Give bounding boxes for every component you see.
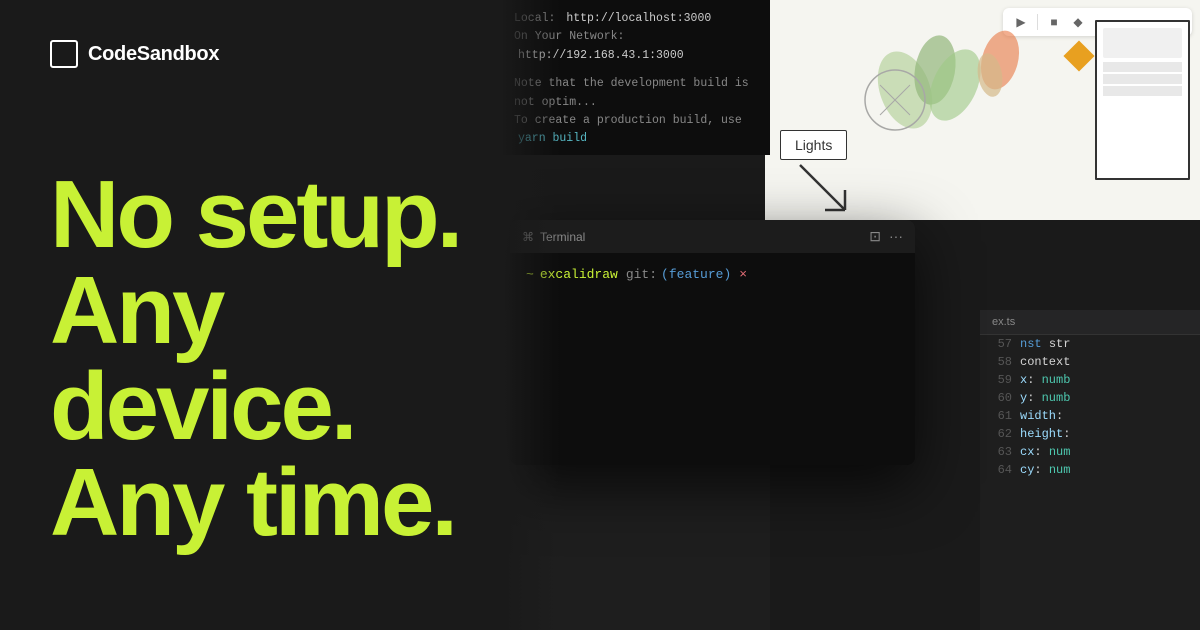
code-line-59: 59 x: numb	[980, 371, 1200, 389]
diamond-decoration	[1063, 40, 1094, 71]
local-url: http://localhost:3000	[566, 12, 711, 25]
code-line-61: 61 width:	[980, 407, 1200, 425]
plant-decoration-left	[845, 10, 1025, 170]
terminal-window: ⌘ Terminal ⊡ ··· ~ excalidraw git: (feat…	[510, 220, 915, 465]
prompt-git-label: git:	[626, 267, 657, 282]
toolbar-divider	[1037, 14, 1038, 30]
rect-icon[interactable]: ■	[1044, 12, 1064, 32]
hero-heading: No setup. Any device. Any time.	[50, 167, 530, 551]
terminal-titlebar: ⌘ Terminal ⊡ ···	[510, 220, 915, 253]
code-line-63: 63 cx: num	[980, 443, 1200, 461]
prompt-x[interactable]: ×	[739, 267, 747, 282]
prompt-branch: (feature)	[661, 267, 731, 282]
code-panel: ex.ts 57 nst str 58 context 59 x: numb 6…	[980, 310, 1200, 630]
terminal-body: ~ excalidraw git: (feature) ×	[510, 253, 915, 296]
code-content-60: y: numb	[1020, 391, 1070, 405]
excalidraw-panel: ▶ ■ ◆ ● → — −	[765, 0, 1200, 220]
left-panel: CodeSandbox No setup. Any device. Any ti…	[0, 0, 580, 630]
code-content-62: height:	[1020, 427, 1070, 441]
code-content-58: context	[1020, 355, 1070, 369]
code-num-58: 58	[992, 355, 1012, 369]
code-num-59: 59	[992, 373, 1012, 387]
hero-line3: Any time.	[50, 455, 530, 551]
codesandbox-logo-icon	[50, 40, 78, 68]
code-file-label: ex.ts	[980, 310, 1200, 335]
code-line-64: 64 cy: num	[980, 461, 1200, 479]
logo-text: CodeSandbox	[88, 43, 219, 66]
logo-area: CodeSandbox	[50, 40, 530, 68]
code-line-62: 62 height:	[980, 425, 1200, 443]
hero-line1: No setup.	[50, 167, 530, 263]
hero-text: No setup. Any device. Any time.	[50, 128, 530, 590]
diamond-tool-icon[interactable]: ◆	[1068, 12, 1088, 32]
code-filename: ex.ts	[992, 316, 1015, 328]
code-content-57: nst str	[1020, 337, 1070, 351]
terminal-more-icon[interactable]: ···	[889, 228, 903, 245]
code-num-60: 60	[992, 391, 1012, 405]
right-panel: ▶ ■ ◆ ● → — −	[500, 0, 1200, 630]
code-content-64: cy: num	[1020, 463, 1070, 477]
code-line-57: 57 nst str	[980, 335, 1200, 353]
arrow-decoration	[795, 160, 855, 220]
terminal-expand-icon[interactable]: ⊡	[869, 228, 881, 245]
left-edge-fade	[500, 0, 560, 630]
code-num-64: 64	[992, 463, 1012, 477]
code-line-58: 58 context	[980, 353, 1200, 371]
code-content-59: x: numb	[1020, 373, 1070, 387]
code-num-63: 63	[992, 445, 1012, 459]
code-num-62: 62	[992, 427, 1012, 441]
excalidraw-card	[1095, 20, 1190, 180]
code-content-61: width:	[1020, 409, 1063, 423]
code-line-60: 60 y: numb	[980, 389, 1200, 407]
code-num-61: 61	[992, 409, 1012, 423]
hero-line2: Any device.	[50, 263, 530, 455]
code-content-63: cx: num	[1020, 445, 1070, 459]
lights-label: Lights	[780, 130, 847, 160]
terminal-title-icons: ⊡ ···	[869, 228, 903, 245]
code-num-57: 57	[992, 337, 1012, 351]
terminal-prompt: ~ excalidraw git: (feature) ×	[526, 267, 899, 282]
